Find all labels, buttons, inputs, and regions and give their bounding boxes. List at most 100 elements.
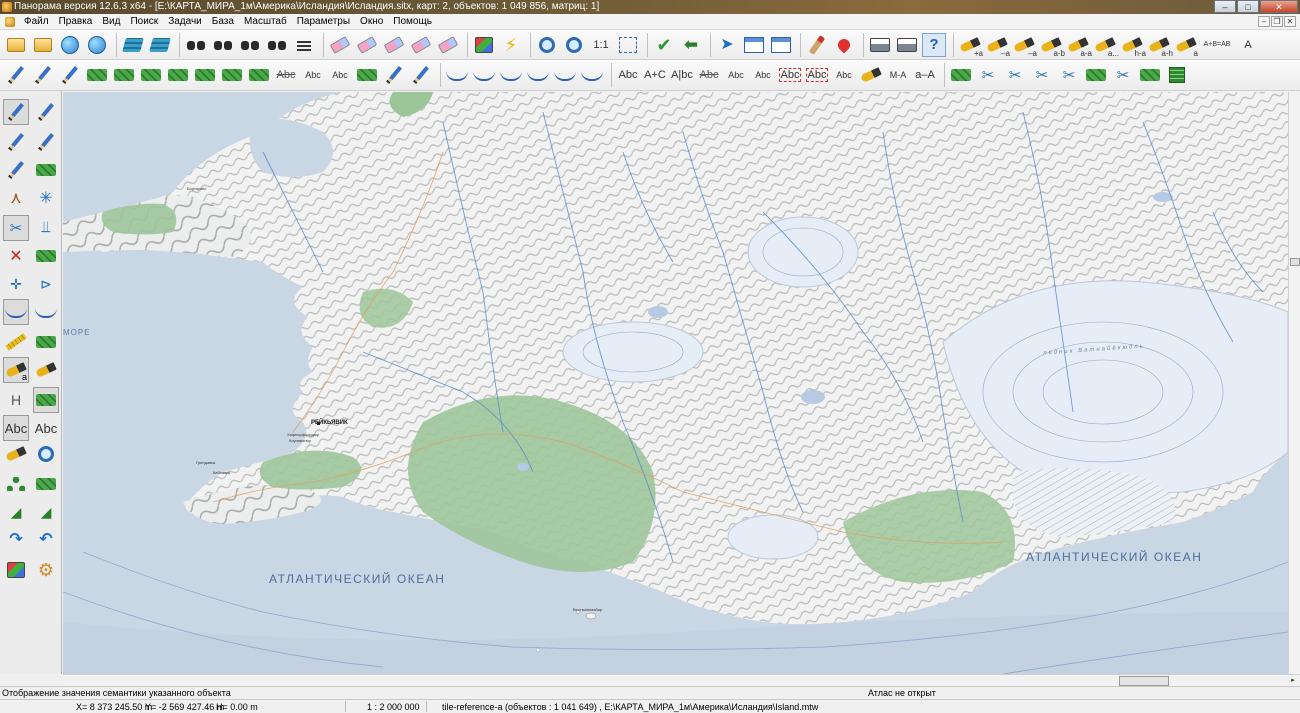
- select-cursor-button[interactable]: ➤: [715, 33, 739, 57]
- tool-point-button[interactable]: ✛: [3, 271, 29, 297]
- draw-line-button[interactable]: [4, 63, 28, 87]
- tool-delete-area-button[interactable]: [33, 243, 59, 269]
- text-ac-button[interactable]: A+C: [643, 63, 667, 87]
- path6-button[interactable]: [580, 63, 604, 87]
- redraw-button[interactable]: ⚡: [499, 33, 523, 57]
- text-wave-button[interactable]: Abc: [301, 63, 325, 87]
- draw-area3-button[interactable]: [139, 63, 163, 87]
- zoom-frame-button[interactable]: [616, 33, 640, 57]
- text-split-button[interactable]: A|bc: [670, 63, 694, 87]
- edit-a-dots-button[interactable]: a...: [1093, 33, 1119, 58]
- apply-button[interactable]: ✔: [652, 33, 676, 57]
- scroll-right-arrow[interactable]: ▸: [1288, 676, 1298, 686]
- tool-zoom-button[interactable]: [33, 441, 59, 467]
- object-semantics-button[interactable]: [769, 33, 793, 57]
- menu-file[interactable]: Файл: [19, 16, 54, 27]
- tool-stairs2-button[interactable]: ◢: [33, 499, 59, 525]
- layers-button[interactable]: [121, 33, 145, 57]
- tool-area-select-button[interactable]: [33, 387, 59, 413]
- menu-search[interactable]: Поиск: [125, 16, 163, 27]
- vertical-scroll-thumb[interactable]: [1290, 258, 1300, 266]
- tool-ruler-button[interactable]: [3, 329, 29, 355]
- menu-view[interactable]: Вид: [97, 16, 125, 27]
- select-frame-button[interactable]: [355, 33, 379, 57]
- layers-settings-button[interactable]: [148, 33, 172, 57]
- text-aa-button[interactable]: a–A: [913, 63, 937, 87]
- strike-text-button[interactable]: Abc: [274, 63, 298, 87]
- open-data-button[interactable]: [31, 33, 55, 57]
- tool-undo-button[interactable]: ↷: [3, 527, 29, 553]
- cut2-button[interactable]: ✂: [1003, 63, 1027, 87]
- style-brush-button[interactable]: [805, 33, 829, 57]
- tool-query-button[interactable]: [3, 157, 29, 183]
- draw-edit3-button[interactable]: [409, 63, 433, 87]
- edit-remove-point-button[interactable]: –a: [985, 33, 1010, 58]
- back-button[interactable]: ⬅: [679, 33, 703, 57]
- doc-close-button[interactable]: ✕: [1284, 16, 1296, 27]
- menu-parameters[interactable]: Параметры: [292, 16, 355, 27]
- select-objects-button[interactable]: [328, 33, 352, 57]
- cut4-button[interactable]: ✂: [1057, 63, 1081, 87]
- tool-tree-button[interactable]: [3, 471, 29, 497]
- menu-tasks[interactable]: Задачи: [163, 16, 207, 27]
- tool-pencil-button[interactable]: [3, 99, 29, 125]
- close-button[interactable]: ✕: [1260, 0, 1298, 13]
- zoom-out-button[interactable]: [535, 33, 559, 57]
- text-key-button[interactable]: Abc: [832, 63, 856, 87]
- tool-cross-button[interactable]: ✳: [33, 185, 59, 211]
- text-frame-button[interactable]: Abc: [778, 63, 802, 87]
- draw-area6-button[interactable]: [220, 63, 244, 87]
- print-preview-button[interactable]: [895, 33, 919, 57]
- tool-area-edit-button[interactable]: [33, 329, 59, 355]
- maximize-button[interactable]: □: [1237, 0, 1259, 13]
- cut3-button[interactable]: ✂: [1030, 63, 1054, 87]
- tool-key2-button[interactable]: [3, 441, 29, 467]
- zoom-in-button[interactable]: [562, 33, 586, 57]
- edit-aa-button[interactable]: a-a: [1066, 33, 1092, 58]
- text-frame2-button[interactable]: Abc: [805, 63, 829, 87]
- draw-edit2-button[interactable]: [382, 63, 406, 87]
- cut-area-button[interactable]: [949, 63, 973, 87]
- menu-database[interactable]: База: [207, 16, 239, 27]
- tool-height-button[interactable]: H: [3, 387, 29, 413]
- map-list-button[interactable]: [85, 33, 109, 57]
- text-abc-button[interactable]: Abc: [616, 63, 640, 87]
- grid-button[interactable]: [1165, 63, 1189, 87]
- text-align-button[interactable]: [859, 63, 883, 87]
- tool-palette-button[interactable]: [3, 557, 29, 583]
- zoom-1to1-button[interactable]: 1:1: [589, 33, 613, 57]
- cut-button[interactable]: ✂: [976, 63, 1000, 87]
- tool-area-button[interactable]: [33, 157, 59, 183]
- tool-settings-button[interactable]: ⚙: [33, 557, 59, 583]
- search-next-button[interactable]: [238, 33, 262, 57]
- draw-area5-button[interactable]: [193, 63, 217, 87]
- edit-remove-segment-button[interactable]: –a: [1012, 33, 1037, 58]
- menu-help[interactable]: Помощь: [388, 16, 437, 27]
- draw-edit-button[interactable]: [58, 63, 82, 87]
- tool-text2-button[interactable]: Abc: [33, 415, 59, 441]
- horizontal-scrollbar[interactable]: ▸: [63, 674, 1300, 686]
- vertical-scrollbar[interactable]: [1288, 92, 1300, 674]
- open-map-button[interactable]: [4, 33, 28, 57]
- tool-key-grid-button[interactable]: [33, 357, 59, 383]
- edit-ha-button[interactable]: h-a: [1120, 33, 1146, 58]
- merge-ab-button[interactable]: A+B=AB: [1201, 33, 1233, 57]
- edit-ah-button[interactable]: a-h: [1147, 33, 1173, 58]
- text-a-button[interactable]: A: [1236, 33, 1260, 57]
- edit-add-point-button[interactable]: +a: [958, 33, 983, 58]
- tool-key-a-button[interactable]: a: [3, 357, 29, 383]
- search-area-button[interactable]: [265, 33, 289, 57]
- path2-button[interactable]: [472, 63, 496, 87]
- object-list-button[interactable]: [292, 33, 316, 57]
- object-form-button[interactable]: [742, 33, 766, 57]
- path5-button[interactable]: [553, 63, 577, 87]
- edit-a-stack-button[interactable]: a: [1174, 33, 1198, 58]
- search-name-button[interactable]: [211, 33, 235, 57]
- draw-area7-button[interactable]: [247, 63, 271, 87]
- add-data-button[interactable]: [58, 33, 82, 57]
- horizontal-scroll-thumb[interactable]: [1119, 676, 1169, 686]
- text-curve-button[interactable]: Abc: [328, 63, 352, 87]
- place-marker-button[interactable]: [832, 33, 856, 57]
- text-strike2-button[interactable]: Abc: [697, 63, 721, 87]
- minimize-button[interactable]: –: [1214, 0, 1236, 13]
